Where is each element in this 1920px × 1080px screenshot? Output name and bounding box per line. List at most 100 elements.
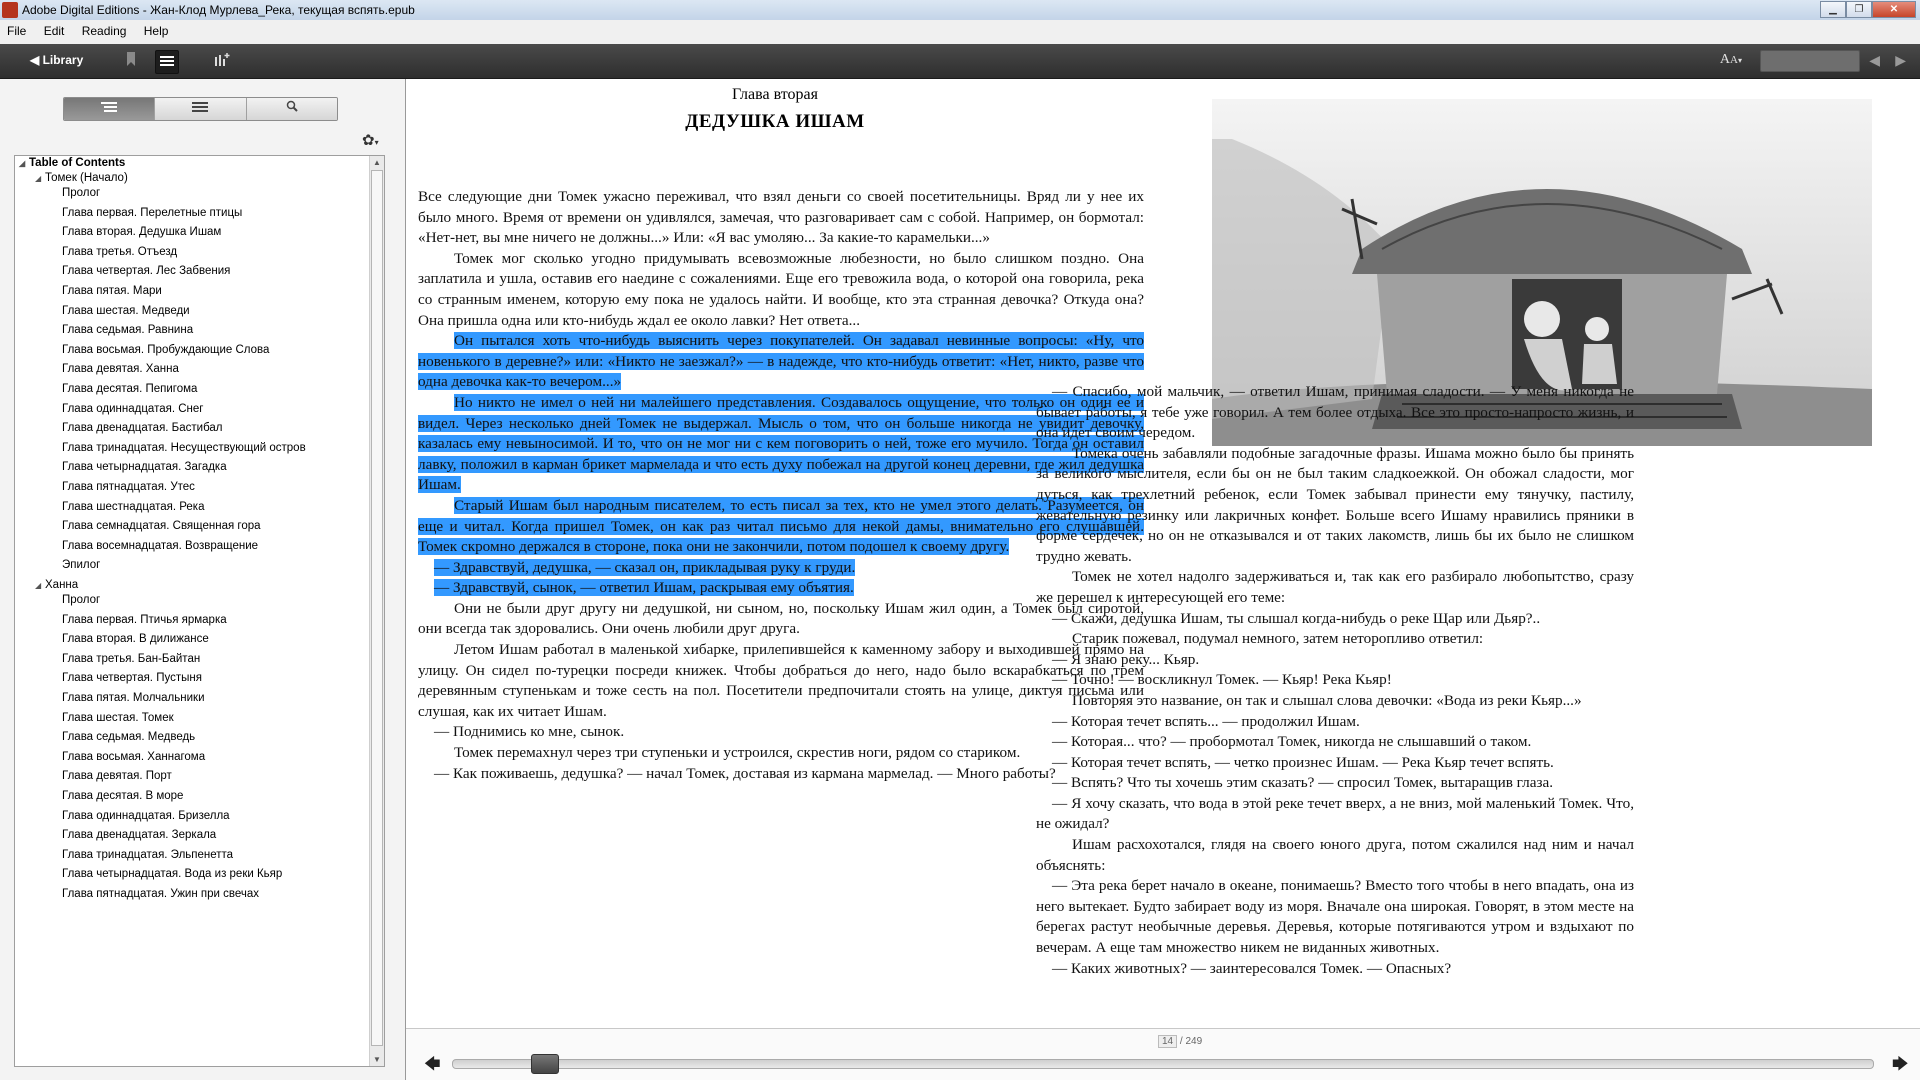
paragraph-text: Томека очень забавляли подобные загадочн… bbox=[1036, 444, 1634, 565]
font-size-label: A bbox=[1719, 52, 1731, 67]
toc-chapter[interactable]: Глава семнадцатая. Священная гора bbox=[62, 520, 261, 532]
toc-chapter[interactable]: Эпилог bbox=[62, 559, 100, 571]
toc-chapter[interactable]: Глава вторая. Дедушка Ишам bbox=[62, 226, 221, 238]
toc-toggle-icon[interactable] bbox=[155, 50, 179, 74]
toc-chapter[interactable]: Глава шестнадцатая. Река bbox=[62, 501, 204, 513]
toc-chapter[interactable]: Глава третья. Отъезд bbox=[62, 246, 177, 258]
page-slider[interactable] bbox=[452, 1054, 1874, 1074]
toc-chapter-label: Глава шестая. Томек bbox=[62, 711, 174, 724]
toc-chapter[interactable]: Глава четырнадцатая. Вода из реки Кьяр bbox=[62, 868, 282, 880]
font-size-button[interactable]: AA▾ bbox=[1720, 52, 1742, 68]
next-search-icon[interactable]: ▶ bbox=[1895, 52, 1906, 69]
toc-chapter-label: Глава тринадцатая. Эльпенетта bbox=[62, 848, 234, 861]
library-button[interactable]: ◀ Library bbox=[30, 53, 83, 67]
toc-chapter-label: Глава вторая. Дедушка Ишам bbox=[62, 226, 222, 239]
toc-chapter[interactable]: Глава девятая. Ханна bbox=[62, 363, 179, 375]
toc-chapter[interactable]: Глава восемнадцатая. Возвращение bbox=[62, 540, 258, 552]
toc-chapter[interactable]: Глава седьмая. Медведь bbox=[62, 731, 195, 743]
toc-scroll-thumb[interactable] bbox=[371, 170, 383, 1046]
toc-chapter[interactable]: Глава пятая. Молчальники bbox=[62, 692, 205, 704]
toc-book[interactable]: ◢ Томек (Начало) bbox=[35, 172, 128, 184]
toc-chapter[interactable]: Глава девятая. Порт bbox=[62, 770, 172, 782]
toc-chapter-label: Глава девятая. Порт bbox=[62, 770, 172, 783]
menu-help[interactable]: Help bbox=[137, 20, 176, 38]
toc-root[interactable]: ◢ Table of Contents bbox=[19, 157, 125, 169]
window-titlebar: Adobe Digital Editions - Жан-Клод Мурлев… bbox=[0, 0, 1920, 21]
toc-chapter[interactable]: Глава десятая. В море bbox=[62, 790, 183, 802]
toc-book-label: Ханна bbox=[45, 579, 79, 591]
paragraph-text: — Которая течет вспять, — четко произнес… bbox=[1052, 753, 1554, 771]
toc-root-label: Table of Contents bbox=[29, 157, 126, 169]
toc-chapter[interactable]: Глава пятнадцатая. Утес bbox=[62, 481, 195, 493]
menu-edit[interactable]: Edit bbox=[37, 20, 72, 38]
expand-triangle-icon[interactable]: ◢ bbox=[35, 581, 45, 590]
paragraph: — Я хочу сказать, что вода в этой реке т… bbox=[1036, 794, 1634, 835]
app-icon bbox=[2, 2, 18, 18]
chapter-title: ДЕДУШКА ИШАМ bbox=[685, 111, 865, 132]
toc-chapter[interactable]: Глава первая. Перелетные птицы bbox=[62, 207, 242, 219]
paragraph-text: — Которая... что? — пробормотал Томек, н… bbox=[1052, 733, 1532, 751]
toc-chapter[interactable]: Глава одиннадцатая. Снег bbox=[62, 403, 203, 415]
close-button[interactable]: ✕ bbox=[1872, 1, 1916, 18]
toc-chapter-label: Глава семнадцатая. Священная гора bbox=[62, 520, 261, 533]
paragraph-text: — Я знаю реку... Кьяр. bbox=[1052, 650, 1200, 668]
toc-chapter[interactable]: Глава восьмая. Пробуждающие Слова bbox=[62, 344, 269, 356]
chapter-subtitle: Глава вторая bbox=[732, 86, 818, 103]
toc-chapter[interactable]: Глава седьмая. Равнина bbox=[62, 324, 193, 336]
toc-chapter[interactable]: Глава вторая. В дилижансе bbox=[62, 633, 209, 645]
toc-chapter-label: Глава седьмая. Равнина bbox=[62, 324, 194, 337]
toc-chapter[interactable]: Глава четвертая. Пустыня bbox=[62, 672, 202, 684]
prev-page-icon[interactable]: 🡄 bbox=[424, 1053, 441, 1080]
page-navigation: 14 / 249 🡄 🡆 bbox=[406, 1029, 1920, 1080]
toc-chapter[interactable]: Глава третья. Бан-Байтан bbox=[62, 653, 200, 665]
tab-bookmarks[interactable] bbox=[155, 98, 247, 120]
toc-chapter[interactable]: Глава пятая. Мари bbox=[62, 285, 162, 297]
toc-chapter[interactable]: Глава тринадцатая. Эльпенетта bbox=[62, 849, 233, 861]
current-page[interactable]: 14 bbox=[1158, 1035, 1178, 1048]
maximize-button[interactable]: ❐ bbox=[1846, 1, 1872, 18]
toc-chapter[interactable]: Глава одиннадцатая. Бризелла bbox=[62, 810, 230, 822]
toc-chapter[interactable]: Глава пятнадцатая. Ужин при свечах bbox=[62, 888, 259, 900]
menu-reading[interactable]: Reading bbox=[75, 20, 134, 38]
toc-chapter[interactable]: Глава шестая. Медведи bbox=[62, 305, 190, 317]
toc-chapter[interactable]: Глава десятая. Пепигома bbox=[62, 383, 197, 395]
tab-toc[interactable] bbox=[64, 98, 156, 120]
toc-chapter-label: Глава одиннадцатая. Снег bbox=[62, 402, 204, 415]
toc-chapter[interactable]: Глава тринадцатая. Несуществующий остров bbox=[62, 442, 306, 454]
sidebar: ✿▾ ◢ Table of Contents ◢ Томек (Начало) Прол… bbox=[0, 79, 406, 1080]
toc-chapter[interactable]: Глава двенадцатая. Бастибал bbox=[62, 422, 223, 434]
toc-chapter[interactable]: Глава первая. Птичья ярмарка bbox=[62, 614, 227, 626]
scroll-down-icon[interactable]: ▼ bbox=[371, 1055, 383, 1064]
next-page-icon[interactable]: 🡆 bbox=[1892, 1053, 1909, 1080]
expand-triangle-icon[interactable]: ◢ bbox=[35, 174, 45, 183]
toc-chapter-label: Глава третья. Отъезд bbox=[62, 245, 178, 258]
paragraph: Ишам расхохотался, глядя на своего юного… bbox=[1036, 835, 1634, 876]
prev-search-icon[interactable]: ◀ bbox=[1869, 52, 1880, 69]
paragraph-text: — Точно! — воскликнул Томек. — Кьяр! Рек… bbox=[1052, 671, 1392, 689]
right-page-text[interactable]: — Спасибо, мой мальчик, — ответил Ишам, … bbox=[1036, 382, 1634, 979]
paragraph-text: — Поднимись ко мне, сынок. bbox=[434, 723, 625, 741]
tab-search[interactable] bbox=[246, 98, 337, 120]
sidebar-tabs bbox=[63, 97, 338, 121]
toc-book-label: Томек (Начало) bbox=[45, 172, 128, 184]
paragraph-text: Томек перемахнул через три ступеньки и у… bbox=[454, 744, 1021, 762]
menu-file[interactable]: File bbox=[0, 20, 33, 38]
toc-chapter[interactable]: Глава четырнадцатая. Загадка bbox=[62, 461, 227, 473]
minimize-button[interactable]: ▁ bbox=[1820, 1, 1846, 18]
page-slider-thumb[interactable] bbox=[531, 1054, 559, 1074]
add-annotation-icon[interactable] bbox=[211, 50, 233, 72]
expand-triangle-icon[interactable]: ◢ bbox=[19, 159, 29, 168]
toc-chapter[interactable]: Глава четвертая. Лес Забвения bbox=[62, 265, 230, 277]
scroll-up-icon[interactable]: ▲ bbox=[371, 158, 383, 167]
toc-chapter[interactable]: Глава двенадцатая. Зеркала bbox=[62, 829, 216, 841]
toc-book[interactable]: ◢ Ханна bbox=[35, 579, 78, 591]
toc-scrollbar[interactable]: ▲ ▼ bbox=[369, 156, 384, 1066]
toc-chapter[interactable]: Глава шестая. Томек bbox=[62, 712, 174, 724]
toc-chapter[interactable]: Пролог bbox=[62, 594, 100, 606]
paragraph-text: Томек мог сколько угодно придумывать все… bbox=[418, 249, 1144, 329]
gear-icon[interactable]: ✿▾ bbox=[362, 131, 379, 149]
toc-chapter[interactable]: Глава восьмая. Ханнагома bbox=[62, 751, 205, 763]
search-input[interactable] bbox=[1760, 50, 1860, 72]
toc-chapter[interactable]: Пролог bbox=[62, 187, 100, 199]
bookmark-icon[interactable] bbox=[120, 50, 142, 72]
